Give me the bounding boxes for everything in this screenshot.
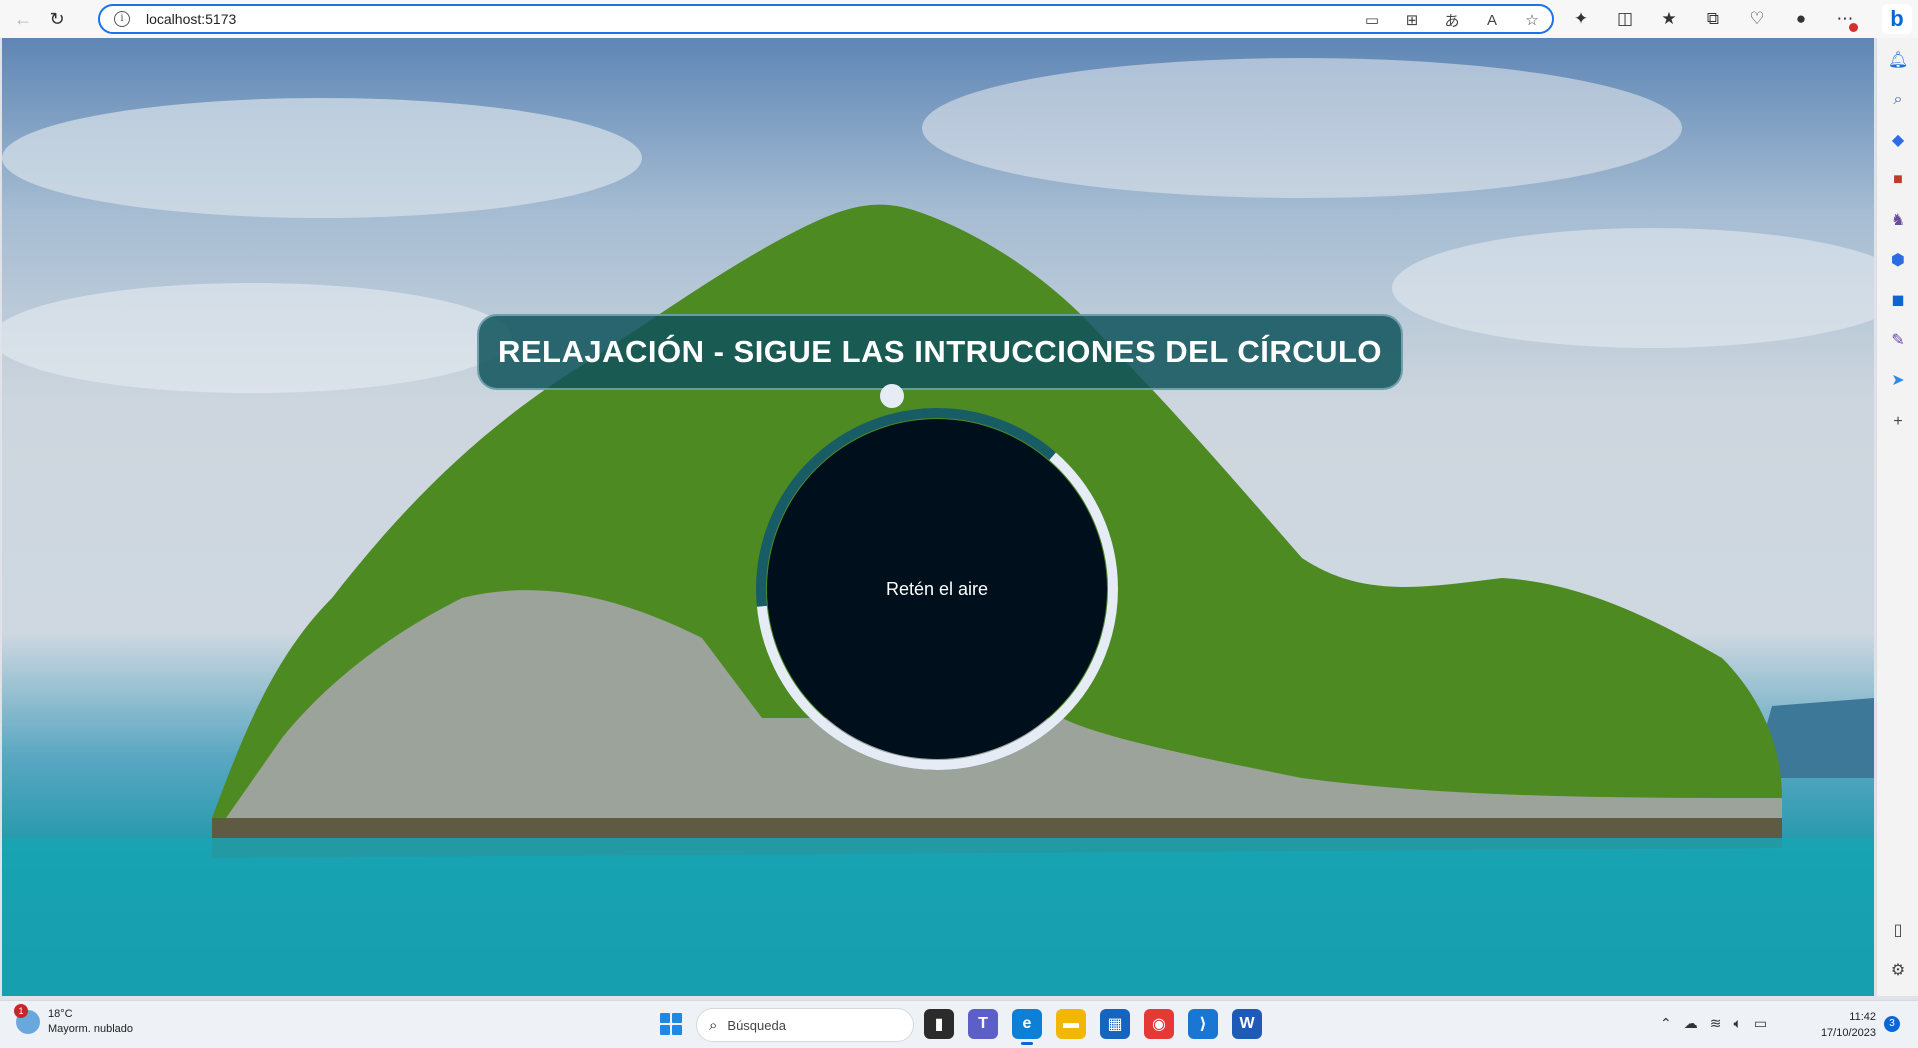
translate-icon[interactable]: あ xyxy=(1442,10,1462,30)
health-icon[interactable]: ♡ xyxy=(1742,4,1772,34)
windows-logo-pane xyxy=(672,1025,682,1035)
vscode-icon[interactable]: ⟩ xyxy=(1188,1009,1218,1039)
edit-icon[interactable]: ✎ xyxy=(1886,328,1910,352)
weather-temperature: 18°C xyxy=(48,1008,73,1020)
copilot-button[interactable]: b xyxy=(1882,4,1912,34)
send-icon[interactable]: ➤ xyxy=(1886,368,1910,392)
clock-time: 11:42 xyxy=(1849,1011,1876,1023)
windows-logo-pane xyxy=(660,1013,670,1023)
wifi-icon[interactable]: ≋ xyxy=(1710,1015,1722,1032)
volume-icon[interactable]: 🔈︎ xyxy=(1733,1015,1741,1032)
title-banner: RELAJACIÓN - SIGUE LAS INTRUCCIONES DEL … xyxy=(477,314,1403,390)
edge-icon[interactable]: e xyxy=(1012,1009,1042,1045)
breathing-indicator-dot xyxy=(880,384,904,408)
collections-icon[interactable]: ⧉ xyxy=(1698,4,1728,34)
address-bar-actions: ▭ ⊞ あ A ☆ xyxy=(1362,10,1542,30)
tag-icon[interactable]: ◆ xyxy=(1886,128,1910,152)
more-menu-icon[interactable]: ⋯ xyxy=(1830,4,1860,34)
outlook-icon[interactable]: ◼ xyxy=(1886,288,1910,312)
split-screen-icon[interactable]: ◫ xyxy=(1610,4,1640,34)
notification-badge[interactable]: 3 xyxy=(1884,1016,1900,1032)
breathing-instruction: Retén el aire xyxy=(885,578,989,599)
page-title: RELAJACIÓN - SIGUE LAS INTRUCCIONES DEL … xyxy=(497,334,1383,369)
extensions-icon[interactable]: ✦ xyxy=(1566,4,1596,34)
refresh-button[interactable]: ↻ xyxy=(42,4,72,34)
panel-icon[interactable]: ▯ xyxy=(1886,918,1910,942)
settings-icon[interactable]: ⚙ xyxy=(1886,958,1910,982)
chrome-icon[interactable]: ◉ xyxy=(1144,1009,1174,1039)
device-icon[interactable]: ▭ xyxy=(1362,10,1382,30)
clock-date: 17/10/2023 xyxy=(1820,1027,1876,1039)
chevron-up-icon[interactable]: ⌃ xyxy=(1660,1015,1672,1032)
favorites-icon[interactable]: ★ xyxy=(1654,4,1684,34)
address-bar[interactable]: i localhost:5173 ▭ ⊞ あ A ☆ xyxy=(98,4,1554,34)
store-icon[interactable]: ▦ xyxy=(1100,1009,1130,1039)
system-tray: ⌃ ☁ ≋ 🔈︎ ▭ xyxy=(1660,1015,1767,1032)
system-clock[interactable]: 11:42 17/10/2023 xyxy=(1812,1009,1876,1041)
breathing-circle: Retén el aire xyxy=(756,408,1118,770)
toolbox-icon[interactable]: ■ xyxy=(1886,168,1910,192)
weather-text: 18°C Mayorm. nublado xyxy=(48,1007,133,1037)
windows-taskbar: 1 18°C Mayorm. nublado ⌕ Búsqueda ▮ T e … xyxy=(0,1000,1918,1048)
taskbar-apps: ▮ T e ▬ ▦ ◉ ⟩ W xyxy=(924,1009,1262,1045)
site-info-icon[interactable]: i xyxy=(114,11,130,27)
weather-badge: 1 xyxy=(14,1004,28,1018)
windows-logo-pane xyxy=(660,1025,670,1035)
bell-icon[interactable]: 🔔︎ xyxy=(1886,48,1910,72)
taskbar-search-label: Búsqueda xyxy=(727,1017,786,1033)
battery-icon[interactable]: ▭ xyxy=(1754,1015,1767,1032)
back-button[interactable]: ← xyxy=(8,4,38,34)
onedrive-icon[interactable]: ☁ xyxy=(1684,1015,1698,1032)
read-aloud-icon[interactable]: A xyxy=(1482,10,1502,30)
file-explorer-icon[interactable]: ▬ xyxy=(1056,1009,1086,1039)
weather-description: Mayorm. nublado xyxy=(48,1023,133,1035)
search-icon[interactable]: ⌕ xyxy=(1886,88,1910,112)
profile-icon[interactable]: ● xyxy=(1786,4,1816,34)
browser-toolbar: ← ↻ i localhost:5173 ▭ ⊞ あ A ☆ ✦ ◫ ★ ⧉ ♡… xyxy=(0,0,1918,38)
page-viewport: RELAJACIÓN - SIGUE LAS INTRUCCIONES DEL … xyxy=(2,38,1874,996)
task-view-icon[interactable]: ▮ xyxy=(924,1009,954,1039)
plus-icon[interactable]: + xyxy=(1886,410,1910,434)
cloud-icon: 1 xyxy=(14,1004,40,1034)
weather-widget[interactable]: 1 18°C Mayorm. nublado xyxy=(14,1004,133,1037)
browser-actions: ✦ ◫ ★ ⧉ ♡ ● ⋯ xyxy=(1566,4,1860,34)
notification-dot xyxy=(1849,23,1858,32)
browser-sidebar: 🔔︎ ⌕ ◆ ■ ♞ ⬢ ◼ ✎ ➤ + ▯ ⚙ xyxy=(1876,38,1918,996)
start-button[interactable] xyxy=(660,1013,682,1035)
url-text[interactable]: localhost:5173 xyxy=(146,11,236,27)
taskbar-search[interactable]: ⌕ Búsqueda xyxy=(696,1008,914,1042)
chess-icon[interactable]: ♞ xyxy=(1886,208,1910,232)
windows-logo-pane xyxy=(672,1013,682,1023)
favorite-star-icon[interactable]: ☆ xyxy=(1522,10,1542,30)
word-icon[interactable]: W xyxy=(1232,1009,1262,1039)
search-icon: ⌕ xyxy=(709,1016,718,1034)
teams-icon[interactable]: T xyxy=(968,1009,998,1039)
apps-icon[interactable]: ⊞ xyxy=(1402,10,1422,30)
copilot-icon[interactable]: ⬢ xyxy=(1886,248,1910,272)
